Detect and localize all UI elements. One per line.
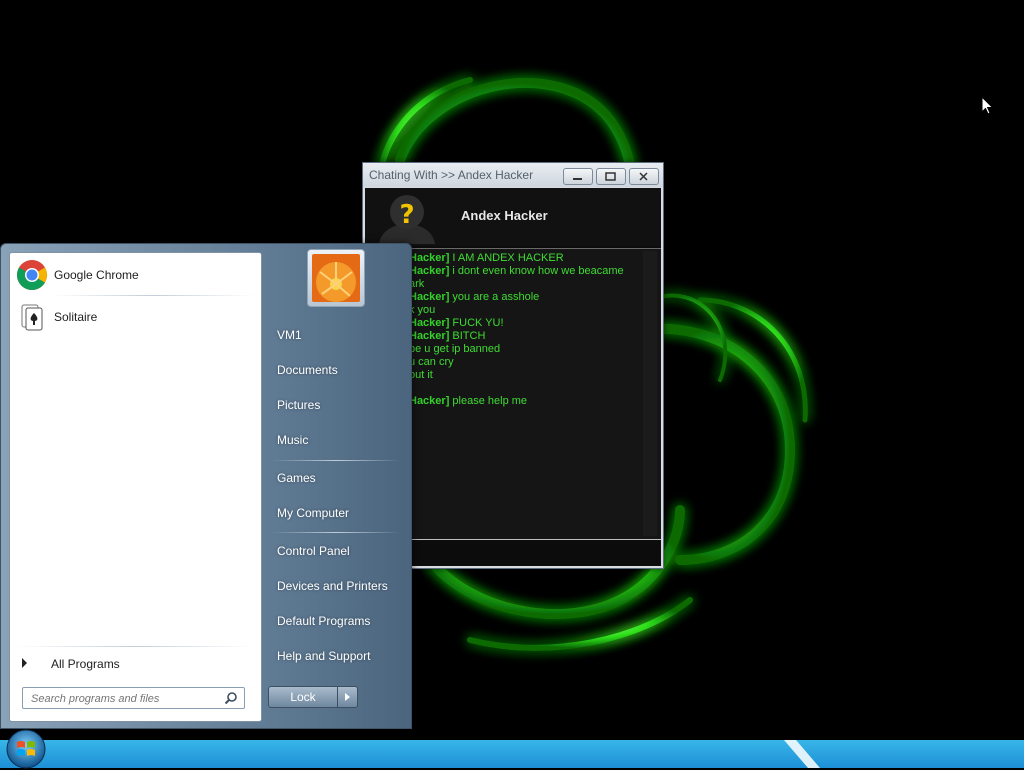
lock-button-group: Lock [268, 686, 358, 708]
message-text: k you [409, 304, 436, 316]
chat-message: Hacker] i dont even know how we beacame [409, 265, 624, 278]
start-item-music[interactable]: Music [263, 425, 401, 455]
right-separator [271, 460, 401, 461]
chat-message: Hacker] you are a asshole [409, 291, 539, 304]
message-sender: Hacker] [409, 317, 450, 329]
chat-header: ? Andex Hacker [365, 188, 661, 246]
message-text: out it [409, 369, 433, 381]
close-button[interactable] [629, 168, 659, 185]
message-text: FUCK YU! [449, 317, 504, 329]
start-item-label: Default Programs [277, 614, 371, 628]
user-account-picture[interactable] [307, 249, 365, 307]
triangle-right-icon [22, 658, 27, 668]
close-icon [639, 172, 648, 181]
start-left-pane: Google Chrome Solitaire All Programs [9, 252, 262, 722]
restore-icon [605, 172, 616, 181]
message-text: i dont even know how we beacame [449, 265, 624, 277]
start-menu: Google Chrome Solitaire All Programs Sea… [0, 243, 412, 729]
taskbar-streak [784, 740, 820, 768]
start-item-documents[interactable]: Documents [263, 355, 401, 385]
start-item-vm1[interactable]: VM1 [263, 320, 401, 350]
solitaire-icon [21, 304, 43, 331]
start-item-label: Music [277, 433, 309, 447]
message-sender: Hacker] [409, 252, 450, 264]
pinned-label: Solitaire [54, 310, 98, 324]
message-sender: Hacker] [409, 265, 450, 277]
message-sender: Hacker] [409, 395, 450, 407]
start-item-devices-and-printers[interactable]: Devices and Printers [263, 571, 401, 601]
start-item-pictures[interactable]: Pictures [263, 390, 401, 420]
lock-label: Lock [290, 690, 316, 704]
all-programs-separator [16, 646, 255, 647]
all-programs-label: All Programs [51, 657, 120, 671]
start-item-label: Devices and Printers [277, 579, 388, 593]
start-item-help-and-support[interactable]: Help and Support [263, 641, 401, 671]
pinned-separator [50, 295, 255, 296]
chat-message: Hacker] please help me [409, 395, 527, 408]
windows-start-orb-icon[interactable] [5, 728, 47, 770]
message-text: you are a asshole [449, 291, 540, 303]
start-item-default-programs[interactable]: Default Programs [263, 606, 401, 636]
right-separator [271, 532, 401, 533]
pinned-solitaire[interactable]: Solitaire [12, 298, 259, 336]
maximize-button[interactable] [596, 168, 626, 185]
chat-message: u can cry [409, 356, 454, 369]
all-programs-button[interactable]: All Programs [12, 651, 259, 677]
mouse-pointer-icon [981, 96, 994, 115]
search-box[interactable] [22, 687, 245, 709]
start-item-games[interactable]: Games [263, 463, 401, 493]
chat-window-title: Chating With >> Andex Hacker [369, 168, 534, 182]
chat-message: Hacker] FUCK YU! [409, 317, 504, 330]
minimize-button[interactable] [563, 168, 593, 185]
start-item-label: VM1 [277, 328, 302, 342]
start-item-label: Games [277, 471, 316, 485]
chat-titlebar[interactable]: Chating With >> Andex Hacker [363, 163, 663, 187]
message-sender: Hacker] [409, 291, 450, 303]
chrome-icon [16, 260, 48, 291]
message-text: please help me [449, 395, 528, 407]
message-text: pe u get ip banned [409, 343, 501, 355]
triangle-right-icon [345, 693, 350, 701]
unknown-user-question-icon: ? [379, 195, 435, 244]
chat-scrollbar[interactable] [643, 251, 657, 536]
message-text: I AM ANDEX HACKER [449, 252, 564, 264]
chat-message: k you [409, 304, 435, 317]
message-text: u can cry [409, 356, 454, 368]
pinned-label: Google Chrome [54, 268, 139, 282]
contact-name: Andex Hacker [461, 208, 548, 223]
chat-message: Hacker] BITCH [409, 330, 485, 343]
start-item-label: Control Panel [277, 544, 350, 558]
start-item-label: Documents [277, 363, 338, 377]
search-input[interactable] [29, 690, 223, 707]
start-item-control-panel[interactable]: Control Panel [263, 536, 401, 566]
minimize-icon [573, 178, 582, 180]
flower-picture-icon [312, 254, 360, 302]
svg-text:?: ? [399, 200, 414, 230]
taskbar [0, 740, 1024, 768]
start-item-label: Pictures [277, 398, 321, 412]
start-item-label: My Computer [277, 506, 350, 520]
chat-message: Hacker] I AM ANDEX HACKER [409, 252, 564, 265]
start-item-label: Help and Support [277, 649, 371, 663]
lock-button[interactable]: Lock [268, 686, 338, 708]
message-text: BITCH [449, 330, 486, 342]
chat-message: pe u get ip banned [409, 343, 500, 356]
search-icon[interactable] [224, 691, 238, 705]
start-item-my-computer[interactable]: My Computer [263, 498, 401, 528]
shutdown-options-button[interactable] [337, 686, 358, 708]
message-sender: Hacker] [409, 330, 450, 342]
pinned-google-chrome[interactable]: Google Chrome [12, 256, 259, 294]
chat-message: out it [409, 369, 433, 382]
